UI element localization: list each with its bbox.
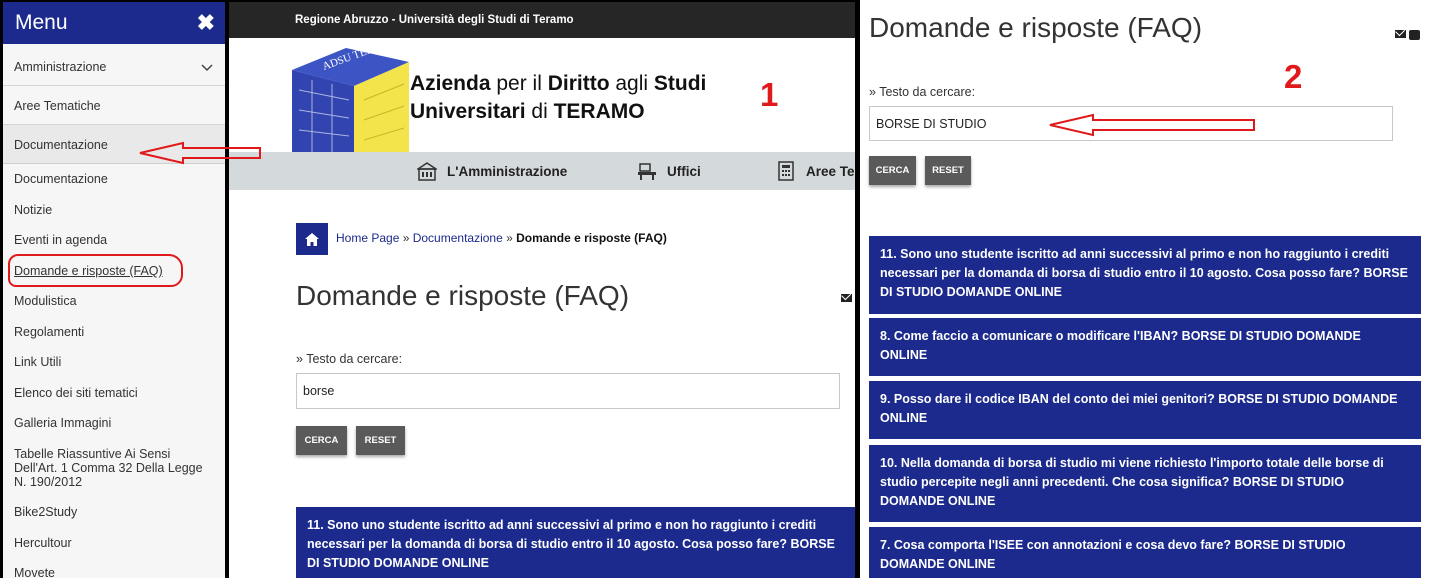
menu-item-amministrazione[interactable]: Amministrazione	[3, 60, 225, 74]
breadcrumb-separator: »	[399, 231, 413, 245]
nav-label: L'Amministrazione	[447, 163, 568, 179]
search-label: » Testo da cercare:	[296, 352, 403, 366]
submenu-item-hercultour[interactable]: Hercultour	[3, 536, 225, 550]
submenu-item-label: Bike2Study	[14, 505, 78, 519]
side-menu: Menu ✖ Amministrazione Aree Tematiche Do…	[3, 2, 225, 578]
submenu-item-modulistica[interactable]: Modulistica	[3, 294, 225, 308]
submenu-item-bike2study[interactable]: Bike2Study	[3, 505, 225, 519]
top-bar: Regione Abruzzo - Università degli Studi…	[229, 2, 855, 38]
search-label: » Testo da cercare:	[869, 85, 976, 99]
submenu-item-regolamenti[interactable]: Regolamenti	[3, 325, 225, 339]
submenu-item-label: Eventi in agenda	[14, 233, 108, 247]
reset-button[interactable]: RESET	[356, 426, 405, 455]
breadcrumb-home-link[interactable]: Home Page	[336, 231, 399, 245]
submenu-item-label: Elenco dei siti tematici	[14, 386, 138, 400]
divider	[3, 85, 225, 86]
brand-word: Studi	[653, 72, 707, 95]
page-title: Domande e risposte (FAQ)	[869, 12, 1203, 43]
brand-word: di	[525, 100, 554, 123]
search-input[interactable]: borse	[296, 373, 840, 409]
submenu-item-label: Modulistica	[14, 294, 77, 308]
screenshot-composite: Menu ✖ Amministrazione Aree Tematiche Do…	[0, 0, 1430, 578]
page-tools	[1395, 30, 1420, 40]
submenu-item-label: Hercultour	[14, 536, 72, 550]
brand-word: agli	[609, 72, 654, 95]
submenu-item-documentazione[interactable]: Documentazione	[3, 172, 225, 186]
menu-item-label: Documentazione	[14, 138, 108, 152]
close-icon[interactable]: ✖	[197, 10, 215, 36]
reset-button[interactable]: RESET	[925, 156, 971, 185]
search-button[interactable]: CERCA	[296, 426, 347, 455]
submenu-item-label: Notizie	[14, 203, 53, 217]
brand-word: Universitari	[410, 100, 526, 123]
submenu-item-movete[interactable]: Movete	[3, 566, 225, 578]
top-bar-text[interactable]: Regione Abruzzo - Università degli Studi…	[295, 14, 574, 26]
nav-item-amministrazione[interactable]: L'Amministrazione	[417, 161, 567, 181]
search-button[interactable]: CERCA	[869, 156, 916, 185]
mail-icon[interactable]	[841, 294, 852, 302]
menu-header: Menu ✖	[3, 2, 225, 44]
building-icon	[417, 162, 437, 181]
faq-result-item[interactable]: 11. Sono uno studente iscritto ad anni s…	[296, 507, 855, 578]
breadcrumb: Home Page » Documentazione » Domande e r…	[336, 231, 667, 245]
submenu-item-label: Movete	[14, 566, 55, 578]
brand-word: per il	[490, 72, 548, 95]
chevron-down-icon[interactable]	[201, 61, 213, 75]
brand-word: TERAMO	[553, 100, 645, 123]
submenu-item-eventi[interactable]: Eventi in agenda	[3, 233, 225, 247]
menu-item-label: Amministrazione	[14, 60, 107, 74]
mail-icon[interactable]	[1395, 30, 1406, 38]
submenu-item-notizie[interactable]: Notizie	[3, 203, 225, 217]
faq-result-item[interactable]: 7. Cosa comporta l'ISEE con annotazioni …	[869, 527, 1421, 578]
faq-page-1: Regione Abruzzo - Università degli Studi…	[229, 2, 855, 578]
nav-item-aree-tematiche[interactable]: Aree Te	[776, 161, 855, 181]
submenu-item-tabelle[interactable]: Tabelle Riassuntive Ai Sensi Dell'Art. 1…	[3, 447, 203, 489]
calculator-icon	[778, 161, 794, 181]
submenu-item-label: Tabelle Riassuntive Ai Sensi Dell'Art. 1…	[14, 447, 203, 489]
submenu-item-siti-tematici[interactable]: Elenco dei siti tematici	[3, 386, 225, 400]
search-input[interactable]: BORSE DI STUDIO	[869, 106, 1393, 141]
submenu-item-label: Galleria Immagini	[14, 416, 112, 430]
brand-word: Diritto	[547, 72, 610, 95]
annotation-number-1: 1	[760, 76, 779, 113]
submenu-item-link-utili[interactable]: Link Utili	[3, 355, 225, 369]
faq-page-2: Domande e risposte (FAQ) 2 » Testo da ce…	[860, 0, 1430, 578]
breadcrumb-current: Domande e risposte (FAQ)	[516, 231, 667, 245]
main-nav: L'Amministrazione Uffici Aree Te	[229, 152, 855, 190]
annotation-number-2: 2	[1284, 58, 1303, 95]
menu-title: Menu	[15, 11, 68, 34]
nav-item-uffici[interactable]: Uffici	[637, 161, 701, 181]
faq-result-item[interactable]: 10. Nella domanda di borsa di studio mi …	[869, 445, 1421, 522]
annotation-circle	[8, 254, 183, 287]
submenu-item-label: Link Utili	[14, 355, 62, 369]
page-title: Domande e risposte (FAQ)	[296, 280, 630, 311]
nav-label: Uffici	[667, 163, 701, 179]
submenu-item-galleria[interactable]: Galleria Immagini	[3, 416, 225, 430]
menu-item-documentazione[interactable]: Documentazione	[3, 138, 225, 152]
brand-title: Azienda per il Diritto agli Studi Univer…	[410, 70, 706, 126]
brand-word: Azienda	[410, 72, 491, 95]
faq-result-item[interactable]: 8. Come faccio a comunicare o modificare…	[869, 318, 1421, 376]
breadcrumb-separator: »	[502, 231, 517, 245]
menu-item-aree-tematiche[interactable]: Aree Tematiche	[3, 99, 225, 113]
faq-result-item[interactable]: 11. Sono uno studente iscritto ad anni s…	[869, 236, 1421, 314]
menu-item-label: Aree Tematiche	[14, 99, 101, 113]
submenu-item-label: Documentazione	[14, 172, 108, 186]
breadcrumb-section-link[interactable]: Documentazione	[413, 231, 503, 245]
office-desk-icon	[638, 163, 656, 180]
home-icon[interactable]	[296, 223, 328, 255]
nav-label: Aree Te	[806, 163, 855, 179]
faq-result-item[interactable]: 9. Posso dare il codice IBAN del conto d…	[869, 381, 1421, 439]
adsu-logo[interactable]: ADSU TERAMO	[284, 35, 409, 154]
submenu-item-label: Regolamenti	[14, 325, 85, 339]
print-icon[interactable]	[1409, 30, 1420, 40]
